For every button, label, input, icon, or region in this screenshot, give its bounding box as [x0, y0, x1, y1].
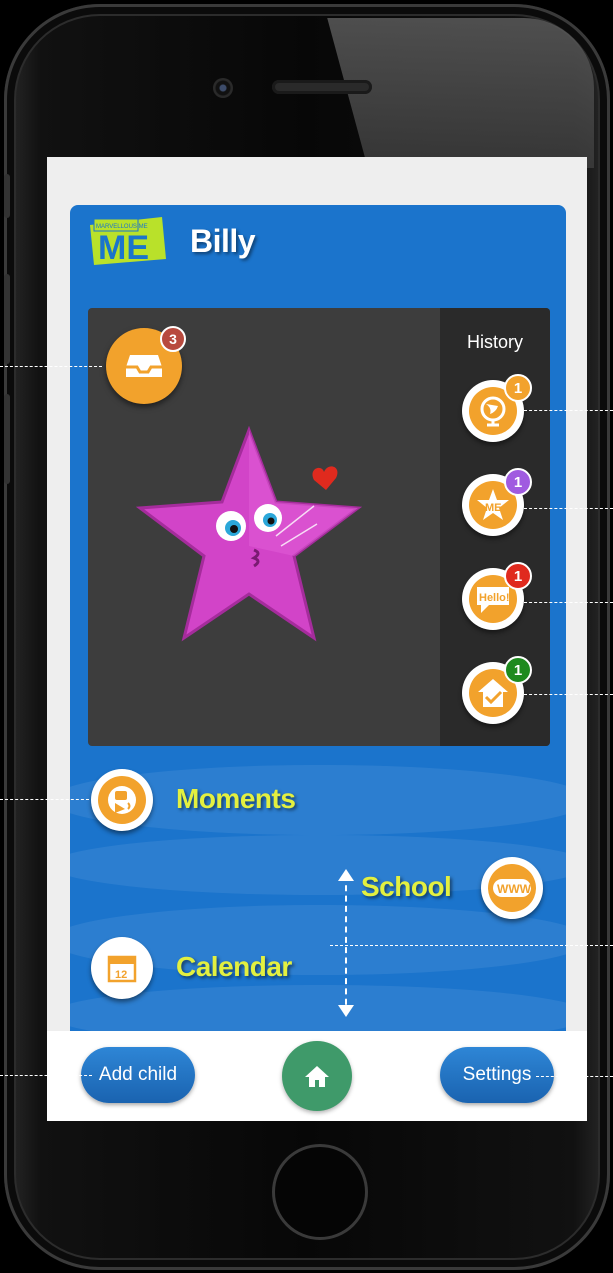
history-me-star-button[interactable]: ME 1	[462, 468, 532, 536]
history-hello-button[interactable]: Hello! 1	[462, 562, 532, 630]
school-button[interactable]: WWW	[481, 857, 543, 919]
hello-speech-icon: Hello!	[477, 587, 510, 613]
logo-text: MARVELLOUS ME	[96, 224, 148, 230]
www-icon: WWW	[493, 879, 532, 897]
callout-line-me-star	[524, 508, 613, 509]
callout-line-homework	[524, 694, 613, 695]
me-star-icon: ME	[477, 489, 509, 520]
moments-label[interactable]: Moments	[176, 783, 296, 815]
reward-panel: 3 History 1 ME 1 Hello! 1 1	[88, 308, 550, 746]
house-check-icon	[478, 679, 508, 707]
svg-text:Hello!: Hello!	[479, 592, 510, 604]
scroll-up-arrow-icon	[338, 869, 354, 881]
phone-screen: ME MARVELLOUS ME Billy 3 History 1 ME 1 …	[47, 157, 587, 1121]
home-button[interactable]	[282, 1041, 352, 1111]
callout-line-globe	[524, 410, 613, 411]
history-homework-button[interactable]: 1	[462, 656, 532, 724]
phone-home-key[interactable]	[272, 1144, 368, 1240]
home-icon	[305, 1066, 329, 1087]
svg-text:ME: ME	[98, 229, 149, 265]
history-globe-badge: 1	[504, 374, 532, 402]
callout-line-inbox	[0, 366, 102, 367]
app-main: ME MARVELLOUS ME Billy 3 History 1 ME 1 …	[70, 205, 566, 1121]
history-column: History 1 ME 1 Hello! 1 1	[440, 308, 550, 746]
history-me-star-badge: 1	[504, 468, 532, 496]
earpiece-speaker	[272, 80, 372, 94]
svg-text:ME: ME	[485, 502, 502, 514]
calendar-button[interactable]: 12	[91, 937, 153, 999]
history-globe-button[interactable]: 1	[462, 374, 532, 442]
history-homework-badge: 1	[504, 656, 532, 684]
calendar-label[interactable]: Calendar	[176, 951, 292, 983]
calendar-icon: 12	[107, 955, 137, 983]
callout-line-settings	[536, 1076, 613, 1077]
callout-line-add-child	[0, 1075, 92, 1076]
school-icon-text: WWW	[497, 882, 532, 896]
inbox-icon	[126, 355, 162, 377]
callout-line-hello	[524, 602, 613, 603]
star-character	[136, 426, 362, 642]
phone-side-button	[4, 174, 10, 218]
moments-button[interactable]	[91, 769, 153, 831]
callout-line-scroll	[330, 945, 613, 946]
school-label[interactable]: School	[361, 871, 452, 903]
bottom-navigation-bar: Add child Settings	[47, 1031, 587, 1121]
settings-button[interactable]: Settings	[440, 1047, 554, 1103]
inbox-badge: 3	[160, 326, 186, 352]
history-hello-badge: 1	[504, 562, 532, 590]
child-name: Billy	[190, 223, 256, 259]
calendar-day: 12	[115, 969, 127, 981]
scroll-down-arrow-icon	[338, 1005, 354, 1017]
phone-volume-up	[4, 274, 10, 364]
marvellous-me-logo: ME MARVELLOUS ME	[90, 217, 166, 265]
inbox-button[interactable]: 3	[106, 326, 186, 404]
moments-icon	[108, 786, 136, 814]
phone-volume-down	[4, 394, 10, 484]
callout-line-moments	[0, 799, 94, 800]
add-child-button[interactable]: Add child	[81, 1047, 195, 1103]
front-camera	[213, 78, 233, 98]
history-label: History	[466, 332, 523, 352]
globe-icon	[480, 396, 506, 427]
